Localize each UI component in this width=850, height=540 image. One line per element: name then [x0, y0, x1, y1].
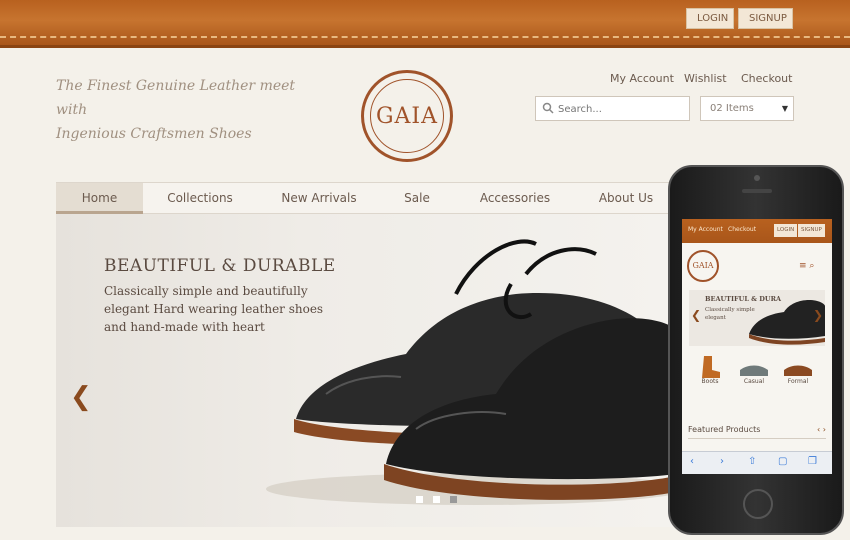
slider-dot-3[interactable]: [450, 496, 458, 503]
formal-shoe-image: [784, 365, 812, 376]
phone-chevron-right-icon[interactable]: ❯: [813, 308, 823, 322]
phone-category-label: Formal: [787, 378, 809, 385]
phone-featured-header: Featured Products ‹ ›: [688, 425, 826, 439]
boot-image: [702, 356, 720, 378]
menu-icon[interactable]: ≡: [799, 261, 807, 271]
phone-hero: BEAUTIFUL & DURA Classically simple eleg…: [689, 290, 825, 346]
logo-text: GAIA: [370, 79, 444, 153]
slider-dots: [416, 488, 462, 507]
nav-sale[interactable]: Sale: [391, 183, 443, 214]
phone-screen: My Account Checkout LOGIN SIGNUP GAIA ≡ …: [682, 219, 832, 474]
tagline-line-2: Ingenious Craftsmen Shoes: [56, 126, 252, 142]
wishlist-link[interactable]: Wishlist: [684, 72, 727, 85]
phone-category-casual[interactable]: Casual: [734, 356, 774, 385]
nav-home[interactable]: Home: [56, 183, 143, 214]
leather-top-bar: LOGIN SIGNUP: [0, 0, 850, 48]
gaia-logo[interactable]: GAIA: [361, 70, 453, 162]
nav-accessories[interactable]: Accessories: [472, 183, 558, 214]
phone-category-formal[interactable]: Formal: [778, 356, 818, 385]
tagline-line-1: The Finest Genuine Leather meet with: [56, 78, 296, 118]
speaker-grille: [742, 189, 772, 193]
camera-icon: [754, 175, 760, 181]
bookmarks-icon[interactable]: ▢: [778, 456, 787, 467]
phone-featured-label: Featured Products: [688, 425, 761, 434]
phone-checkout-link[interactable]: Checkout: [728, 226, 756, 233]
phone-my-account-link[interactable]: My Account: [688, 226, 723, 233]
phone-category-label: Casual: [743, 378, 765, 385]
hero-text: Classically simple and beautifully elega…: [104, 284, 324, 334]
home-button[interactable]: [743, 489, 773, 519]
phone-browser-toolbar: ‹ › ⇧ ▢ ❐: [682, 451, 832, 474]
search-icon: [542, 102, 554, 114]
my-account-link[interactable]: My Account: [610, 72, 674, 85]
tabs-icon[interactable]: ❐: [808, 456, 817, 467]
login-button[interactable]: LOGIN: [686, 8, 734, 29]
phone-hero-text: Classically simple elegant: [705, 307, 755, 321]
phone-logo[interactable]: GAIA: [687, 250, 719, 282]
nav-new-arrivals[interactable]: New Arrivals: [274, 183, 364, 214]
phone-login-button[interactable]: LOGIN: [774, 224, 798, 237]
phone-mockup: My Account Checkout LOGIN SIGNUP GAIA ≡ …: [668, 165, 844, 535]
nav-collections[interactable]: Collections: [156, 183, 244, 214]
phone-header-icons: ≡ ⌕: [799, 261, 814, 271]
signup-button[interactable]: SIGNUP: [738, 8, 793, 29]
casual-shoe-image: [740, 365, 768, 376]
checkout-link[interactable]: Checkout: [741, 72, 792, 85]
slider-dot-2[interactable]: [433, 496, 441, 503]
main-nav: Home Collections New Arrivals Sale Acces…: [56, 182, 676, 214]
phone-leather-bar: My Account Checkout LOGIN SIGNUP: [682, 219, 832, 243]
phone-category-boots[interactable]: Boots: [690, 356, 730, 385]
cart-label: 02 Items: [710, 103, 754, 114]
slider-dot-1[interactable]: [416, 496, 423, 503]
phone-chevron-left-icon[interactable]: ❮: [691, 308, 701, 322]
cart-select[interactable]: 02 Items ▼: [700, 96, 794, 121]
hero-slider: BEAUTIFUL & DURABLE Classically simple a…: [56, 214, 676, 527]
chevron-left-icon[interactable]: ❮: [70, 382, 92, 412]
search-icon[interactable]: ⌕: [809, 261, 814, 271]
phone-hero-title: BEAUTIFUL & DURA: [705, 295, 782, 303]
back-icon[interactable]: ‹: [690, 456, 694, 467]
caret-down-icon: ▼: [781, 104, 788, 113]
tagline: The Finest Genuine Leather meet with Ing…: [56, 74, 316, 146]
hero-title: BEAUTIFUL & DURABLE: [104, 256, 336, 276]
phone-category-label: Boots: [701, 378, 719, 385]
nav-about-us[interactable]: About Us: [591, 183, 661, 214]
share-icon[interactable]: ⇧: [748, 456, 756, 467]
search-box[interactable]: [535, 96, 690, 121]
forward-icon[interactable]: ›: [720, 456, 724, 467]
phone-signup-button[interactable]: SIGNUP: [798, 224, 825, 237]
stitch-line: [0, 36, 850, 38]
phone-featured-arrows[interactable]: ‹ ›: [817, 425, 826, 434]
search-input[interactable]: [558, 100, 683, 118]
